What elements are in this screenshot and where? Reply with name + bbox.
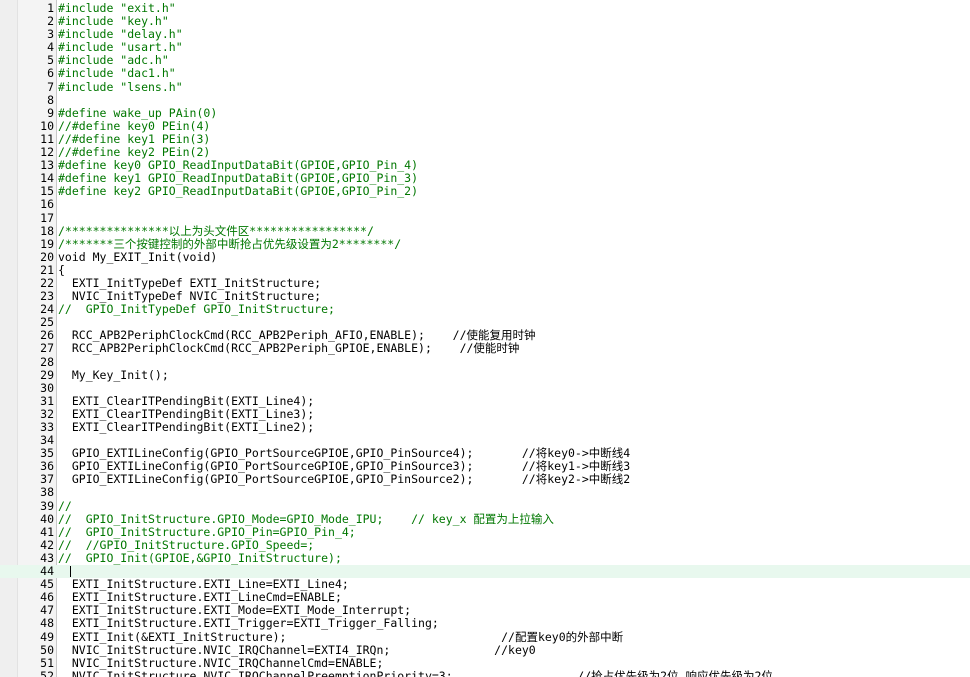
- code-text[interactable]: //#define key0 PEin(4): [58, 119, 210, 133]
- code-text[interactable]: GPIO_EXTILineConfig(GPIO_PortSourceGPIOE…: [58, 473, 630, 486]
- line-number: 10: [40, 118, 54, 133]
- line-number: 41: [40, 524, 54, 539]
- code-line[interactable]: 49 EXTI_Init(&EXTI_InitStructure); //配置k…: [0, 629, 970, 644]
- code-line[interactable]: 31 EXTI_ClearITPendingBit(EXTI_Line4);: [0, 393, 970, 408]
- code-lines[interactable]: 1 #include "exit.h" 2 #include "key.h" 3 #inc…: [0, 1, 970, 677]
- code-text[interactable]: {: [58, 263, 65, 277]
- code-line[interactable]: 41 // GPIO_InitStructure.GPIO_Pin=GPIO_Pi…: [0, 524, 970, 539]
- code-text[interactable]: void My_EXIT_Init(void): [58, 250, 217, 264]
- code-line[interactable]: 27 RCC_APB2PeriphClockCmd(RCC_APB2Periph…: [0, 342, 970, 355]
- line-number: 38: [40, 485, 54, 500]
- line-number: 8: [47, 92, 54, 107]
- line-number: 6: [47, 66, 54, 81]
- line-number: 17: [40, 210, 54, 225]
- line-number: 16: [40, 197, 54, 212]
- text-caret: [70, 566, 71, 578]
- code-line[interactable]: 8: [0, 92, 970, 107]
- code-text[interactable]: // GPIO_InitTypeDef GPIO_InitStructure;: [58, 303, 335, 316]
- code-text[interactable]: RCC_APB2PeriphClockCmd(RCC_APB2Periph_GP…: [58, 342, 520, 355]
- code-text[interactable]: // //GPIO_InitStructure.GPIO_Speed=;: [58, 538, 314, 552]
- line-number: 48: [40, 616, 54, 631]
- line-number: 40: [40, 511, 54, 526]
- line-number: 31: [40, 393, 54, 408]
- code-text[interactable]: #define wake_up PAin(0): [58, 106, 217, 120]
- code-text[interactable]: //: [58, 499, 72, 513]
- line-number: 50: [40, 642, 54, 657]
- code-line[interactable]: 29 My_Key_Init();: [0, 367, 970, 382]
- code-line[interactable]: 9 #define wake_up PAin(0): [0, 105, 970, 120]
- line-number: 9: [47, 105, 54, 120]
- code-line[interactable]: 20 void My_EXIT_Init(void): [0, 249, 970, 264]
- line-number: 28: [40, 354, 54, 369]
- code-line[interactable]: 6 #include "dac1.h": [0, 67, 970, 80]
- code-line[interactable]: 43// GPIO_Init(GPIOE,&GPIO_InitStructure…: [0, 551, 970, 565]
- code-line[interactable]: 16: [0, 198, 970, 211]
- code-line[interactable]: 24// GPIO_InitTypeDef GPIO_InitStructure…: [0, 303, 970, 316]
- code-text[interactable]: /*******三个按键控制的外部中断抢占优先级设置为2********/: [58, 237, 401, 251]
- line-number: 20: [40, 249, 54, 264]
- code-line[interactable]: 37 GPIO_EXTILineConfig(GPIO_PortSourceGP…: [0, 473, 970, 486]
- line-number: 29: [40, 367, 54, 382]
- line-number: 18: [40, 223, 54, 238]
- code-line[interactable]: 40 // GPIO_InitStructure.GPIO_Mode=GPIO_M…: [0, 511, 970, 526]
- line-number: 51: [40, 655, 54, 670]
- line-number: 21: [40, 262, 54, 277]
- code-line[interactable]: 19 /*******三个按键控制的外部中断抢占优先级设置为2********/: [0, 236, 970, 251]
- code-line[interactable]: 38: [0, 486, 970, 499]
- code-line[interactable]: 21 {: [0, 262, 970, 277]
- code-line[interactable]: 52 NVIC_InitStructure.NVIC_IRQChannelPre…: [0, 668, 970, 677]
- code-text[interactable]: EXTI_Init(&EXTI_InitStructure); //配置key0…: [58, 630, 623, 644]
- code-text[interactable]: EXTI_ClearITPendingBit(EXTI_Line4);: [58, 394, 314, 408]
- line-number: 52: [40, 668, 54, 677]
- code-text[interactable]: NVIC_InitStructure.NVIC_IRQChannelPreemp…: [58, 669, 773, 677]
- code-line[interactable]: 18 /***************以上为头文件区***************…: [0, 223, 970, 238]
- code-line[interactable]: 33 EXTI_ClearITPendingBit(EXTI_Line2);: [0, 420, 970, 434]
- line-number: 39: [40, 498, 54, 513]
- code-text[interactable]: // GPIO_InitStructure.GPIO_Pin=GPIO_Pin_…: [58, 525, 356, 539]
- line-number: 19: [40, 236, 54, 251]
- code-editor[interactable]: 1 #include "exit.h" 2 #include "key.h" 3 #inc…: [0, 0, 970, 677]
- code-text[interactable]: // GPIO_Init(GPIOE,&GPIO_InitStructure);: [58, 551, 342, 565]
- code-line[interactable]: 48 EXTI_InitStructure.EXTI_Trigger=EXTI_…: [0, 617, 970, 630]
- code-text[interactable]: #define key2 GPIO_ReadInputDataBit(GPIOE…: [58, 185, 418, 198]
- code-line[interactable]: 30: [0, 380, 970, 395]
- code-text[interactable]: EXTI_InitStructure.EXTI_Trigger=EXTI_Tri…: [58, 617, 439, 630]
- code-text[interactable]: #include "lsens.h": [58, 80, 183, 94]
- code-line[interactable]: 39 //: [0, 498, 970, 513]
- code-text[interactable]: // GPIO_InitStructure.GPIO_Mode=GPIO_Mod…: [58, 512, 554, 526]
- code-text[interactable]: #include "dac1.h": [58, 67, 176, 80]
- code-line[interactable]: 51 NVIC_InitStructure.NVIC_IRQChannelCmd…: [0, 655, 970, 670]
- code-text[interactable]: EXTI_ClearITPendingBit(EXTI_Line2);: [58, 420, 314, 434]
- line-number: 7: [47, 79, 54, 94]
- code-text[interactable]: My_Key_Init();: [58, 368, 169, 382]
- code-line[interactable]: 7 #include "lsens.h": [0, 79, 970, 94]
- code-line[interactable]: 17: [0, 210, 970, 225]
- code-text[interactable]: NVIC_InitStructure.NVIC_IRQChannelCmd=EN…: [58, 656, 384, 670]
- code-text[interactable]: NVIC_InitStructure.NVIC_IRQChannel=EXTI4…: [58, 643, 536, 657]
- code-line[interactable]: 42 // //GPIO_InitStructure.GPIO_Speed=;: [0, 537, 970, 552]
- line-number: 27: [40, 341, 54, 356]
- code-line[interactable]: 28: [0, 354, 970, 369]
- line-number: 30: [40, 380, 54, 395]
- line-number: 42: [40, 537, 54, 552]
- code-text[interactable]: /***************以上为头文件区*****************…: [58, 224, 374, 238]
- code-line[interactable]: 10 //#define key0 PEin(4): [0, 118, 970, 133]
- line-number: 49: [40, 629, 54, 644]
- code-line[interactable]: 15 #define key2 GPIO_ReadInputDataBit(GPI…: [0, 185, 970, 198]
- code-line[interactable]: 50 NVIC_InitStructure.NVIC_IRQChannel=EX…: [0, 642, 970, 657]
